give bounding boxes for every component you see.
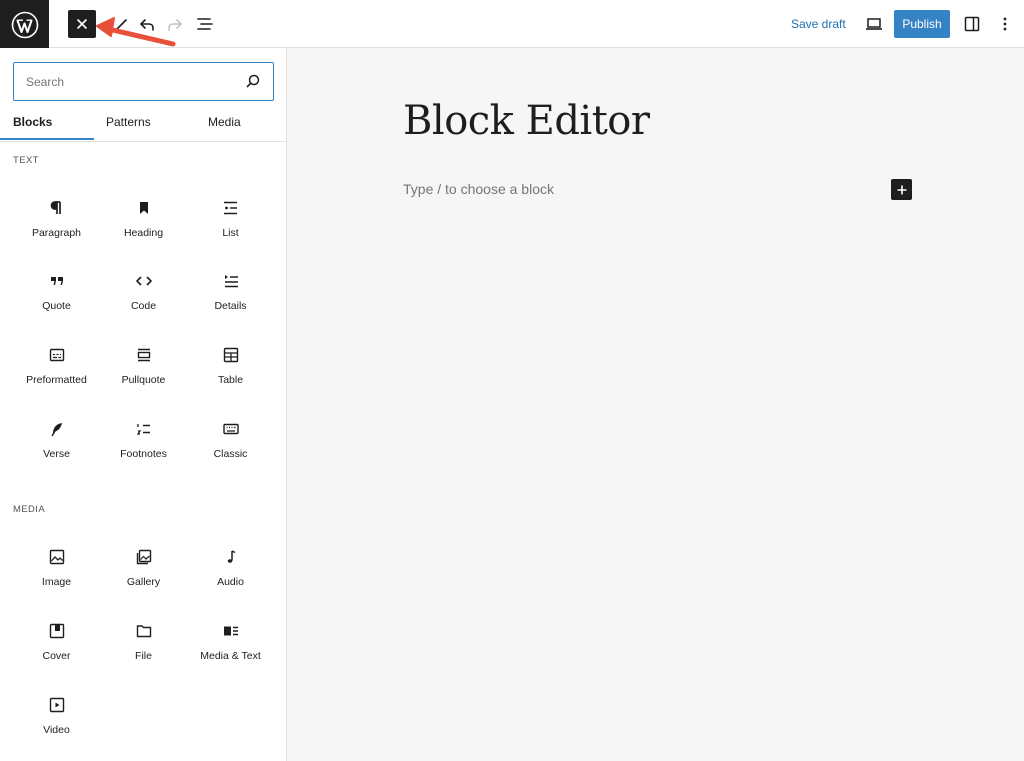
document-overview-icon: [197, 18, 213, 30]
search-icon: [245, 73, 261, 94]
block-preformatted[interactable]: Preformatted: [13, 336, 100, 406]
block-label: Heading: [123, 227, 164, 239]
settings-icon: [964, 16, 980, 32]
more-options-button[interactable]: [993, 12, 1017, 36]
cover-icon: [47, 621, 67, 641]
code-icon: [134, 271, 154, 291]
close-inserter-button[interactable]: [68, 10, 96, 38]
close-icon: [77, 19, 87, 29]
block-heading[interactable]: Heading: [100, 189, 187, 259]
plus-icon: [897, 185, 906, 194]
search-input[interactable]: Search: [26, 75, 64, 89]
block-label: Table: [217, 374, 244, 386]
block-label: Video: [43, 724, 70, 736]
active-tab-indicator: [0, 138, 94, 140]
redo-icon: [168, 19, 182, 31]
file-icon: [134, 621, 154, 641]
editor-toolbar: Save draft Publish: [0, 0, 1024, 49]
paragraph-icon: [47, 198, 67, 218]
block-gallery[interactable]: Gallery: [100, 538, 187, 608]
block-search[interactable]: Search: [13, 62, 274, 101]
publish-button[interactable]: Publish: [894, 10, 950, 38]
block-details[interactable]: Details: [187, 262, 274, 332]
block-label: Gallery: [126, 576, 161, 588]
block-label: File: [135, 650, 152, 662]
media-text-icon: [221, 621, 241, 641]
tab-media[interactable]: Media: [208, 115, 241, 129]
settings-button[interactable]: [960, 12, 984, 36]
undo-icon: [140, 19, 154, 31]
block-file[interactable]: File: [100, 612, 187, 682]
block-quote[interactable]: Quote: [13, 262, 100, 332]
heading-icon: [134, 198, 154, 218]
block-label: Preformatted: [26, 374, 87, 386]
verse-icon: [47, 419, 67, 439]
block-verse[interactable]: Verse: [13, 410, 100, 480]
wordpress-logo-icon: [11, 11, 38, 38]
block-label: Image: [41, 576, 72, 588]
preview-icon: [866, 18, 882, 30]
block-label: Pullquote: [121, 374, 166, 386]
block-code[interactable]: Code: [100, 262, 187, 332]
document-overview-button[interactable]: [193, 12, 217, 36]
block-label: Audio: [217, 576, 244, 588]
block-image[interactable]: Image: [13, 538, 100, 608]
block-classic[interactable]: Classic: [187, 410, 274, 480]
block-footnotes[interactable]: Footnotes: [100, 410, 187, 480]
wordpress-logo-button[interactable]: [0, 0, 49, 49]
redo-button[interactable]: [163, 12, 187, 36]
quote-icon: [47, 271, 67, 291]
block-inserter-panel: Search Blocks Patterns Media TEXT Paragr…: [0, 48, 287, 761]
tab-patterns[interactable]: Patterns: [106, 115, 151, 129]
block-paragraph[interactable]: Paragraph: [13, 189, 100, 259]
audio-icon: [221, 547, 241, 567]
classic-icon: [221, 419, 241, 439]
block-label: Footnotes: [120, 448, 167, 460]
preview-button[interactable]: [862, 12, 886, 36]
more-options-icon: [1003, 17, 1007, 31]
video-icon: [47, 695, 67, 715]
add-block-button[interactable]: [891, 179, 912, 200]
post-title[interactable]: Block Editor: [403, 98, 650, 144]
block-label: List: [222, 227, 239, 239]
block-audio[interactable]: Audio: [187, 538, 274, 608]
block-media-text[interactable]: Media & Text: [187, 612, 274, 682]
block-table[interactable]: Table: [187, 336, 274, 406]
block-pullquote[interactable]: Pullquote: [100, 336, 187, 406]
table-icon: [221, 345, 241, 365]
block-label: Verse: [43, 448, 70, 460]
undo-button[interactable]: [135, 12, 159, 36]
details-icon: [221, 271, 241, 291]
block-list[interactable]: List: [187, 189, 274, 259]
block-label: Code: [130, 300, 157, 312]
block-cover[interactable]: Cover: [13, 612, 100, 682]
section-label-media: MEDIA: [13, 504, 46, 515]
tools-button[interactable]: [108, 12, 132, 36]
block-label: Cover: [42, 650, 71, 662]
list-icon: [221, 198, 241, 218]
block-label: Details: [214, 300, 247, 312]
block-label: Media & Text: [200, 650, 261, 662]
block-placeholder[interactable]: Type / to choose a block: [403, 181, 554, 197]
editor-canvas[interactable]: Block Editor Type / to choose a block: [287, 48, 1024, 761]
gallery-icon: [134, 547, 154, 567]
pencil-icon: [115, 19, 127, 31]
block-label: Quote: [42, 300, 71, 312]
image-icon: [47, 547, 67, 567]
block-label: Classic: [213, 448, 248, 460]
footnotes-icon: [134, 419, 154, 439]
block-label: Paragraph: [31, 227, 82, 239]
section-label-text: TEXT: [13, 155, 39, 166]
save-draft-button[interactable]: Save draft: [791, 17, 846, 31]
pullquote-icon: [134, 345, 154, 365]
block-video[interactable]: Video: [13, 686, 100, 756]
preformatted-icon: [47, 345, 67, 365]
tab-blocks[interactable]: Blocks: [13, 115, 52, 129]
